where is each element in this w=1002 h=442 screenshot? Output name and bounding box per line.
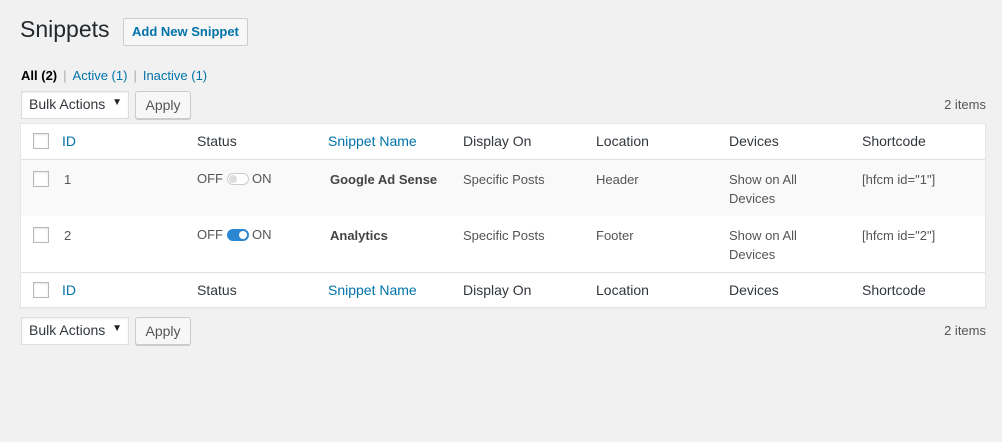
footer-column-status: Status <box>197 282 237 298</box>
snippet-devices-line1: Show on All <box>729 228 797 243</box>
filter-separator: | <box>133 68 137 83</box>
column-shortcode-header: Shortcode <box>862 133 926 149</box>
page-title: Snippets <box>20 16 110 42</box>
filter-active-link[interactable]: Active (1) <box>73 68 128 83</box>
add-new-snippet-button[interactable]: Add New Snippet <box>123 18 248 46</box>
snippet-name-link[interactable]: Google Ad Sense <box>330 170 437 189</box>
table-row: 2 OFF ON Analytics Specific Posts Footer… <box>21 216 985 272</box>
table-header: ID Status Snippet Name Display On Locati… <box>21 124 985 160</box>
apply-button-bottom[interactable]: Apply <box>135 317 191 345</box>
select-all-checkbox-footer[interactable] <box>33 282 49 298</box>
apply-button-top[interactable]: Apply <box>135 91 191 119</box>
column-display-on-header: Display On <box>463 133 532 149</box>
snippet-devices-line2: Devices <box>729 247 776 262</box>
toggle-knob <box>239 230 247 239</box>
footer-column-shortcode: Shortcode <box>862 282 926 298</box>
caret-down-icon: ▼ <box>112 323 122 334</box>
caret-down-icon: ▼ <box>112 97 122 108</box>
snippet-devices-line2: Devices <box>729 191 776 206</box>
filter-inactive-link[interactable]: Inactive (1) <box>143 68 207 83</box>
snippets-table: ID Status Snippet Name Display On Locati… <box>20 123 986 308</box>
snippet-location: Footer <box>596 228 634 243</box>
snippet-devices-line1: Show on All <box>729 172 797 187</box>
column-location-header: Location <box>596 133 649 149</box>
status-filter-links: All (2) | Active (1) | Inactive (1) <box>21 68 207 83</box>
column-devices-header: Devices <box>729 133 779 149</box>
items-count-bottom: 2 items <box>944 323 986 338</box>
toggle-off-label: OFF <box>197 227 223 242</box>
status-toggle-switch[interactable] <box>227 172 249 185</box>
select-all-checkbox[interactable] <box>33 133 49 149</box>
filter-all-count: (2) <box>41 68 58 83</box>
bulk-actions-select-top[interactable]: Bulk Actions ▼ <box>21 91 129 119</box>
snippet-location: Header <box>596 172 639 187</box>
bulk-actions-select-bottom[interactable]: Bulk Actions ▼ <box>21 317 129 345</box>
column-id-sort-link[interactable]: ID <box>62 133 76 149</box>
items-count-top: 2 items <box>944 97 986 112</box>
table-footer: ID Status Snippet Name Display On Locati… <box>21 272 985 308</box>
toggle-on-label: ON <box>252 171 272 186</box>
bulk-actions-value: Bulk Actions <box>29 96 106 112</box>
footer-column-id-sort-link[interactable]: ID <box>62 282 76 298</box>
footer-column-location: Location <box>596 282 649 298</box>
snippet-id: 2 <box>64 228 72 243</box>
snippet-shortcode: [hfcm id="2"] <box>862 228 936 243</box>
footer-column-devices: Devices <box>729 282 779 298</box>
snippet-shortcode: [hfcm id="1"] <box>862 172 936 187</box>
snippet-devices: Show on All Devices <box>729 226 797 264</box>
status-toggle-switch[interactable] <box>227 228 249 241</box>
toggle-on-label: ON <box>252 227 272 242</box>
status-toggle-group: OFF ON <box>197 171 272 186</box>
snippet-devices: Show on All Devices <box>729 170 797 208</box>
column-name-sort-link[interactable]: Snippet Name <box>328 133 417 149</box>
snippet-id: 1 <box>64 172 72 187</box>
toggle-knob <box>229 174 237 183</box>
column-status-header: Status <box>197 133 237 149</box>
filter-separator: | <box>63 68 67 83</box>
table-row: 1 OFF ON Google Ad Sense Specific Posts … <box>21 160 985 216</box>
row-checkbox[interactable] <box>33 227 49 243</box>
filter-all-label: All <box>21 68 38 83</box>
status-toggle-group: OFF ON <box>197 227 272 242</box>
toggle-off-label: OFF <box>197 171 223 186</box>
footer-column-name-sort-link[interactable]: Snippet Name <box>328 282 417 298</box>
footer-column-display-on: Display On <box>463 282 532 298</box>
row-checkbox[interactable] <box>33 171 49 187</box>
snippet-display-on: Specific Posts <box>463 228 545 243</box>
snippet-name-link[interactable]: Analytics <box>330 226 388 245</box>
filter-all-link[interactable]: All (2) <box>21 68 57 83</box>
bulk-actions-value: Bulk Actions <box>29 322 106 338</box>
snippet-display-on: Specific Posts <box>463 172 545 187</box>
